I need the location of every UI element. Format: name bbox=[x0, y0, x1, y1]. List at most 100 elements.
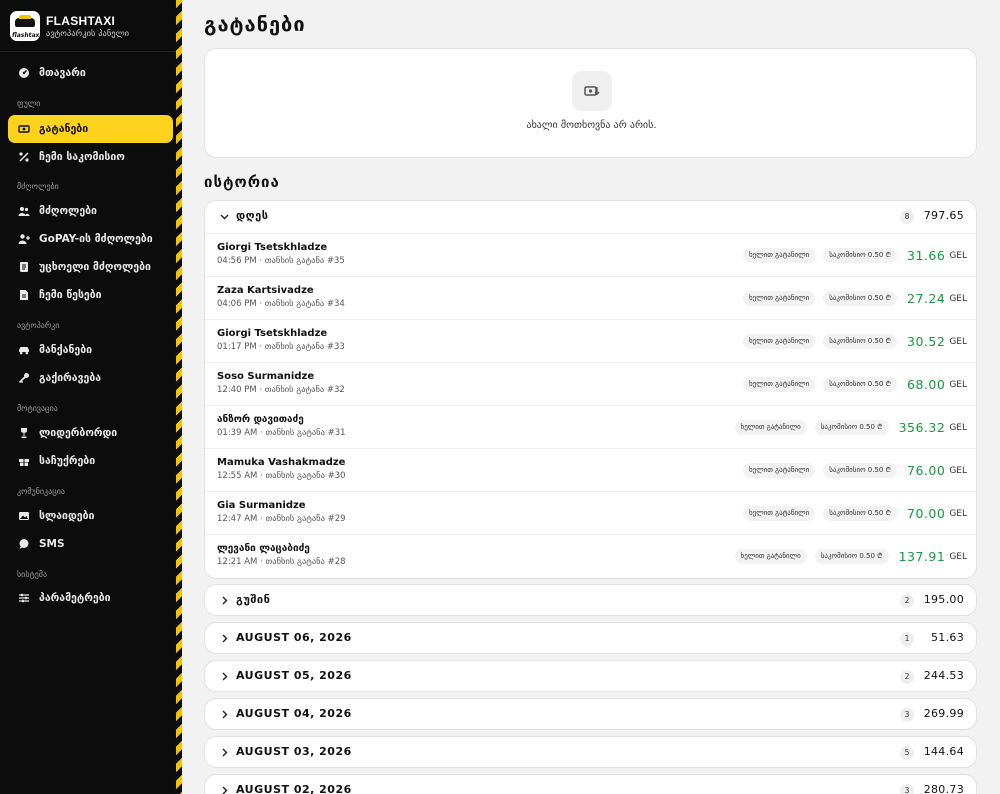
currency: GEL bbox=[949, 422, 967, 433]
chevron-right-icon bbox=[222, 672, 228, 681]
history-group-yesterday[interactable]: გუშინ 2 195.00 bbox=[204, 584, 977, 616]
user-plus-icon bbox=[18, 233, 30, 245]
sidebar-item-sms[interactable]: SMS bbox=[8, 530, 173, 558]
group-label: AUGUST 04, 2026 bbox=[236, 707, 352, 720]
section-label-system: სისტემა bbox=[17, 570, 48, 579]
sidebar-item-gopay-drivers[interactable]: GoPAY-ის მძღოლები bbox=[8, 225, 173, 253]
group-total: 797.65 bbox=[923, 209, 964, 222]
users-icon bbox=[18, 205, 30, 217]
brand[interactable]: flashtaxi FLASHTAXI ავტოპარკის პანელი bbox=[10, 10, 129, 42]
withdraw-icon bbox=[572, 71, 612, 111]
brand-name: FLASHTAXI bbox=[46, 13, 116, 28]
group-count-badge: 3 bbox=[900, 708, 914, 722]
sidebar-item-settings[interactable]: პარამეტრები bbox=[8, 584, 173, 612]
sidebar-item-slides[interactable]: სლაიდები bbox=[8, 502, 173, 530]
table-row[interactable]: Giorgi Tsetskhladze 01:17 PM · თანხის გა… bbox=[205, 319, 976, 362]
group-label: AUGUST 06, 2026 bbox=[236, 631, 352, 644]
percent-icon bbox=[18, 151, 30, 163]
manual-tag: ხელით გატანილი bbox=[742, 334, 816, 349]
table-row[interactable]: ანზორ დავითაძე 01:39 AM · თანხის გატანა … bbox=[205, 405, 976, 448]
chevron-right-icon bbox=[222, 596, 228, 605]
gift-icon bbox=[18, 455, 30, 467]
group-total: 244.53 bbox=[923, 669, 964, 682]
group-count-badge: 5 bbox=[900, 746, 914, 760]
driver-name: Gia Surmanidze bbox=[217, 500, 306, 511]
chat-icon bbox=[18, 538, 30, 550]
amount: 70.00 bbox=[907, 506, 946, 521]
sidebar-item-drivers[interactable]: მძღოლები bbox=[8, 197, 173, 225]
currency: GEL bbox=[949, 465, 967, 476]
sidebar-item-withdrawals[interactable]: გატანები bbox=[8, 115, 173, 143]
section-label-money: ფული bbox=[17, 99, 41, 108]
empty-state-text: ახალი მოთხოვნა არ არის. bbox=[526, 120, 657, 131]
row-meta: 04:06 PM · თანხის გატანა #34 bbox=[217, 299, 345, 309]
sidebar-item-foreign-drivers[interactable]: უცხოელი მძღოლები bbox=[8, 253, 173, 281]
flashtaxi-logo-icon: flashtaxi bbox=[10, 11, 40, 41]
driver-name: Mamuka Vashakmadze bbox=[217, 457, 346, 468]
row-meta: 01:17 PM · თანხის გატანა #33 bbox=[217, 342, 345, 352]
table-row[interactable]: Gia Surmanidze 12:47 AM · თანხის გატანა … bbox=[205, 491, 976, 534]
history-group-aug-02[interactable]: AUGUST 02, 2026 3 280.73 bbox=[204, 774, 977, 794]
driver-name: Giorgi Tsetskhladze bbox=[217, 328, 328, 339]
manual-tag: ხელით გატანილი bbox=[742, 291, 816, 306]
history-group-aug-04[interactable]: AUGUST 04, 2026 3 269.99 bbox=[204, 698, 977, 730]
history-title: ისტორია bbox=[204, 173, 280, 191]
sidebar-item-rental[interactable]: გაქირავება bbox=[8, 364, 173, 392]
group-label: AUGUST 03, 2026 bbox=[236, 745, 352, 758]
currency: GEL bbox=[949, 250, 967, 261]
history-group-today: დღეს 8 797.65 Giorgi Tsetskhladze 04:56 … bbox=[204, 200, 977, 579]
group-header[interactable]: დღეს 8 797.65 bbox=[205, 201, 976, 233]
table-row[interactable]: ლევანი ლაცაბიძე 12:21 AM · თანხის გატანა… bbox=[205, 534, 976, 577]
history-group-aug-03[interactable]: AUGUST 03, 2026 5 144.64 bbox=[204, 736, 977, 768]
commission-tag: საკომისიო 0.50 ₾ bbox=[823, 291, 898, 306]
table-row[interactable]: Mamuka Vashakmadze 12:55 AM · თანხის გატ… bbox=[205, 448, 976, 491]
group-total: 195.00 bbox=[923, 593, 964, 606]
history-group-aug-06[interactable]: AUGUST 06, 2026 1 51.63 bbox=[204, 622, 977, 654]
chevron-right-icon bbox=[222, 786, 228, 794]
sidebar-item-my-commission[interactable]: ჩემი საკომისიო bbox=[8, 143, 173, 171]
driver-name: ანზორ დავითაძე bbox=[217, 414, 304, 425]
chevron-right-icon bbox=[222, 710, 228, 719]
pending-requests-card: ახალი მოთხოვნა არ არის. bbox=[204, 48, 977, 158]
amount: 68.00 bbox=[907, 377, 946, 392]
sidebar: flashtaxi FLASHTAXI ავტოპარკის პანელი მთ… bbox=[0, 0, 182, 794]
sidebar-item-leaderboard[interactable]: ლიდერბორდი bbox=[8, 419, 173, 447]
section-label-fleet: ავტოპარკი bbox=[17, 321, 60, 330]
key-icon bbox=[18, 372, 30, 384]
currency: GEL bbox=[949, 551, 967, 562]
group-count-badge: 1 bbox=[900, 632, 914, 646]
manual-tag: ხელით გატანილი bbox=[742, 506, 816, 521]
group-total: 280.73 bbox=[923, 783, 964, 794]
currency: GEL bbox=[949, 508, 967, 519]
manual-tag: ხელით გატანილი bbox=[734, 420, 807, 435]
manual-tag: ხელით გატანილი bbox=[734, 549, 807, 564]
chevron-right-icon bbox=[222, 634, 228, 643]
sidebar-item-gifts[interactable]: საჩუქრები bbox=[8, 447, 173, 475]
table-row[interactable]: Zaza Kartsivadze 04:06 PM · თანხის გატან… bbox=[205, 276, 976, 319]
amount: 27.24 bbox=[907, 291, 946, 306]
sidebar-item-cars[interactable]: მანქანები bbox=[8, 336, 173, 364]
document-icon bbox=[18, 261, 30, 273]
sidebar-item-dashboard[interactable]: მთავარი bbox=[8, 59, 173, 87]
trophy-icon bbox=[18, 427, 30, 439]
amount: 76.00 bbox=[907, 463, 946, 478]
section-label-drivers: მძღოლები bbox=[17, 182, 59, 191]
currency: GEL bbox=[949, 293, 967, 304]
row-meta: 12:47 AM · თანხის გატანა #29 bbox=[217, 514, 346, 524]
group-label: AUGUST 05, 2026 bbox=[236, 669, 352, 682]
withdraw-icon bbox=[18, 123, 30, 135]
row-meta: 12:21 AM · თანხის გატანა #28 bbox=[217, 557, 346, 567]
commission-tag: საკომისიო 0.50 ₾ bbox=[823, 248, 898, 263]
table-row[interactable]: Soso Surmanidze 12:40 PM · თანხის გატანა… bbox=[205, 362, 976, 405]
sidebar-item-my-rules[interactable]: ჩემი წესები bbox=[8, 281, 173, 309]
chevron-right-icon bbox=[222, 748, 228, 757]
table-row[interactable]: Giorgi Tsetskhladze 04:56 PM · თანხის გა… bbox=[205, 233, 976, 276]
brand-subtitle: ავტოპარკის პანელი bbox=[46, 28, 130, 39]
group-label: დღეს bbox=[236, 209, 269, 222]
currency: GEL bbox=[949, 336, 967, 347]
history-group-aug-05[interactable]: AUGUST 05, 2026 2 244.53 bbox=[204, 660, 977, 692]
page-title: გატანები bbox=[204, 12, 306, 36]
file-icon bbox=[18, 289, 30, 301]
section-label-communication: კომუნიკაცია bbox=[17, 487, 65, 496]
group-total: 144.64 bbox=[923, 745, 964, 758]
